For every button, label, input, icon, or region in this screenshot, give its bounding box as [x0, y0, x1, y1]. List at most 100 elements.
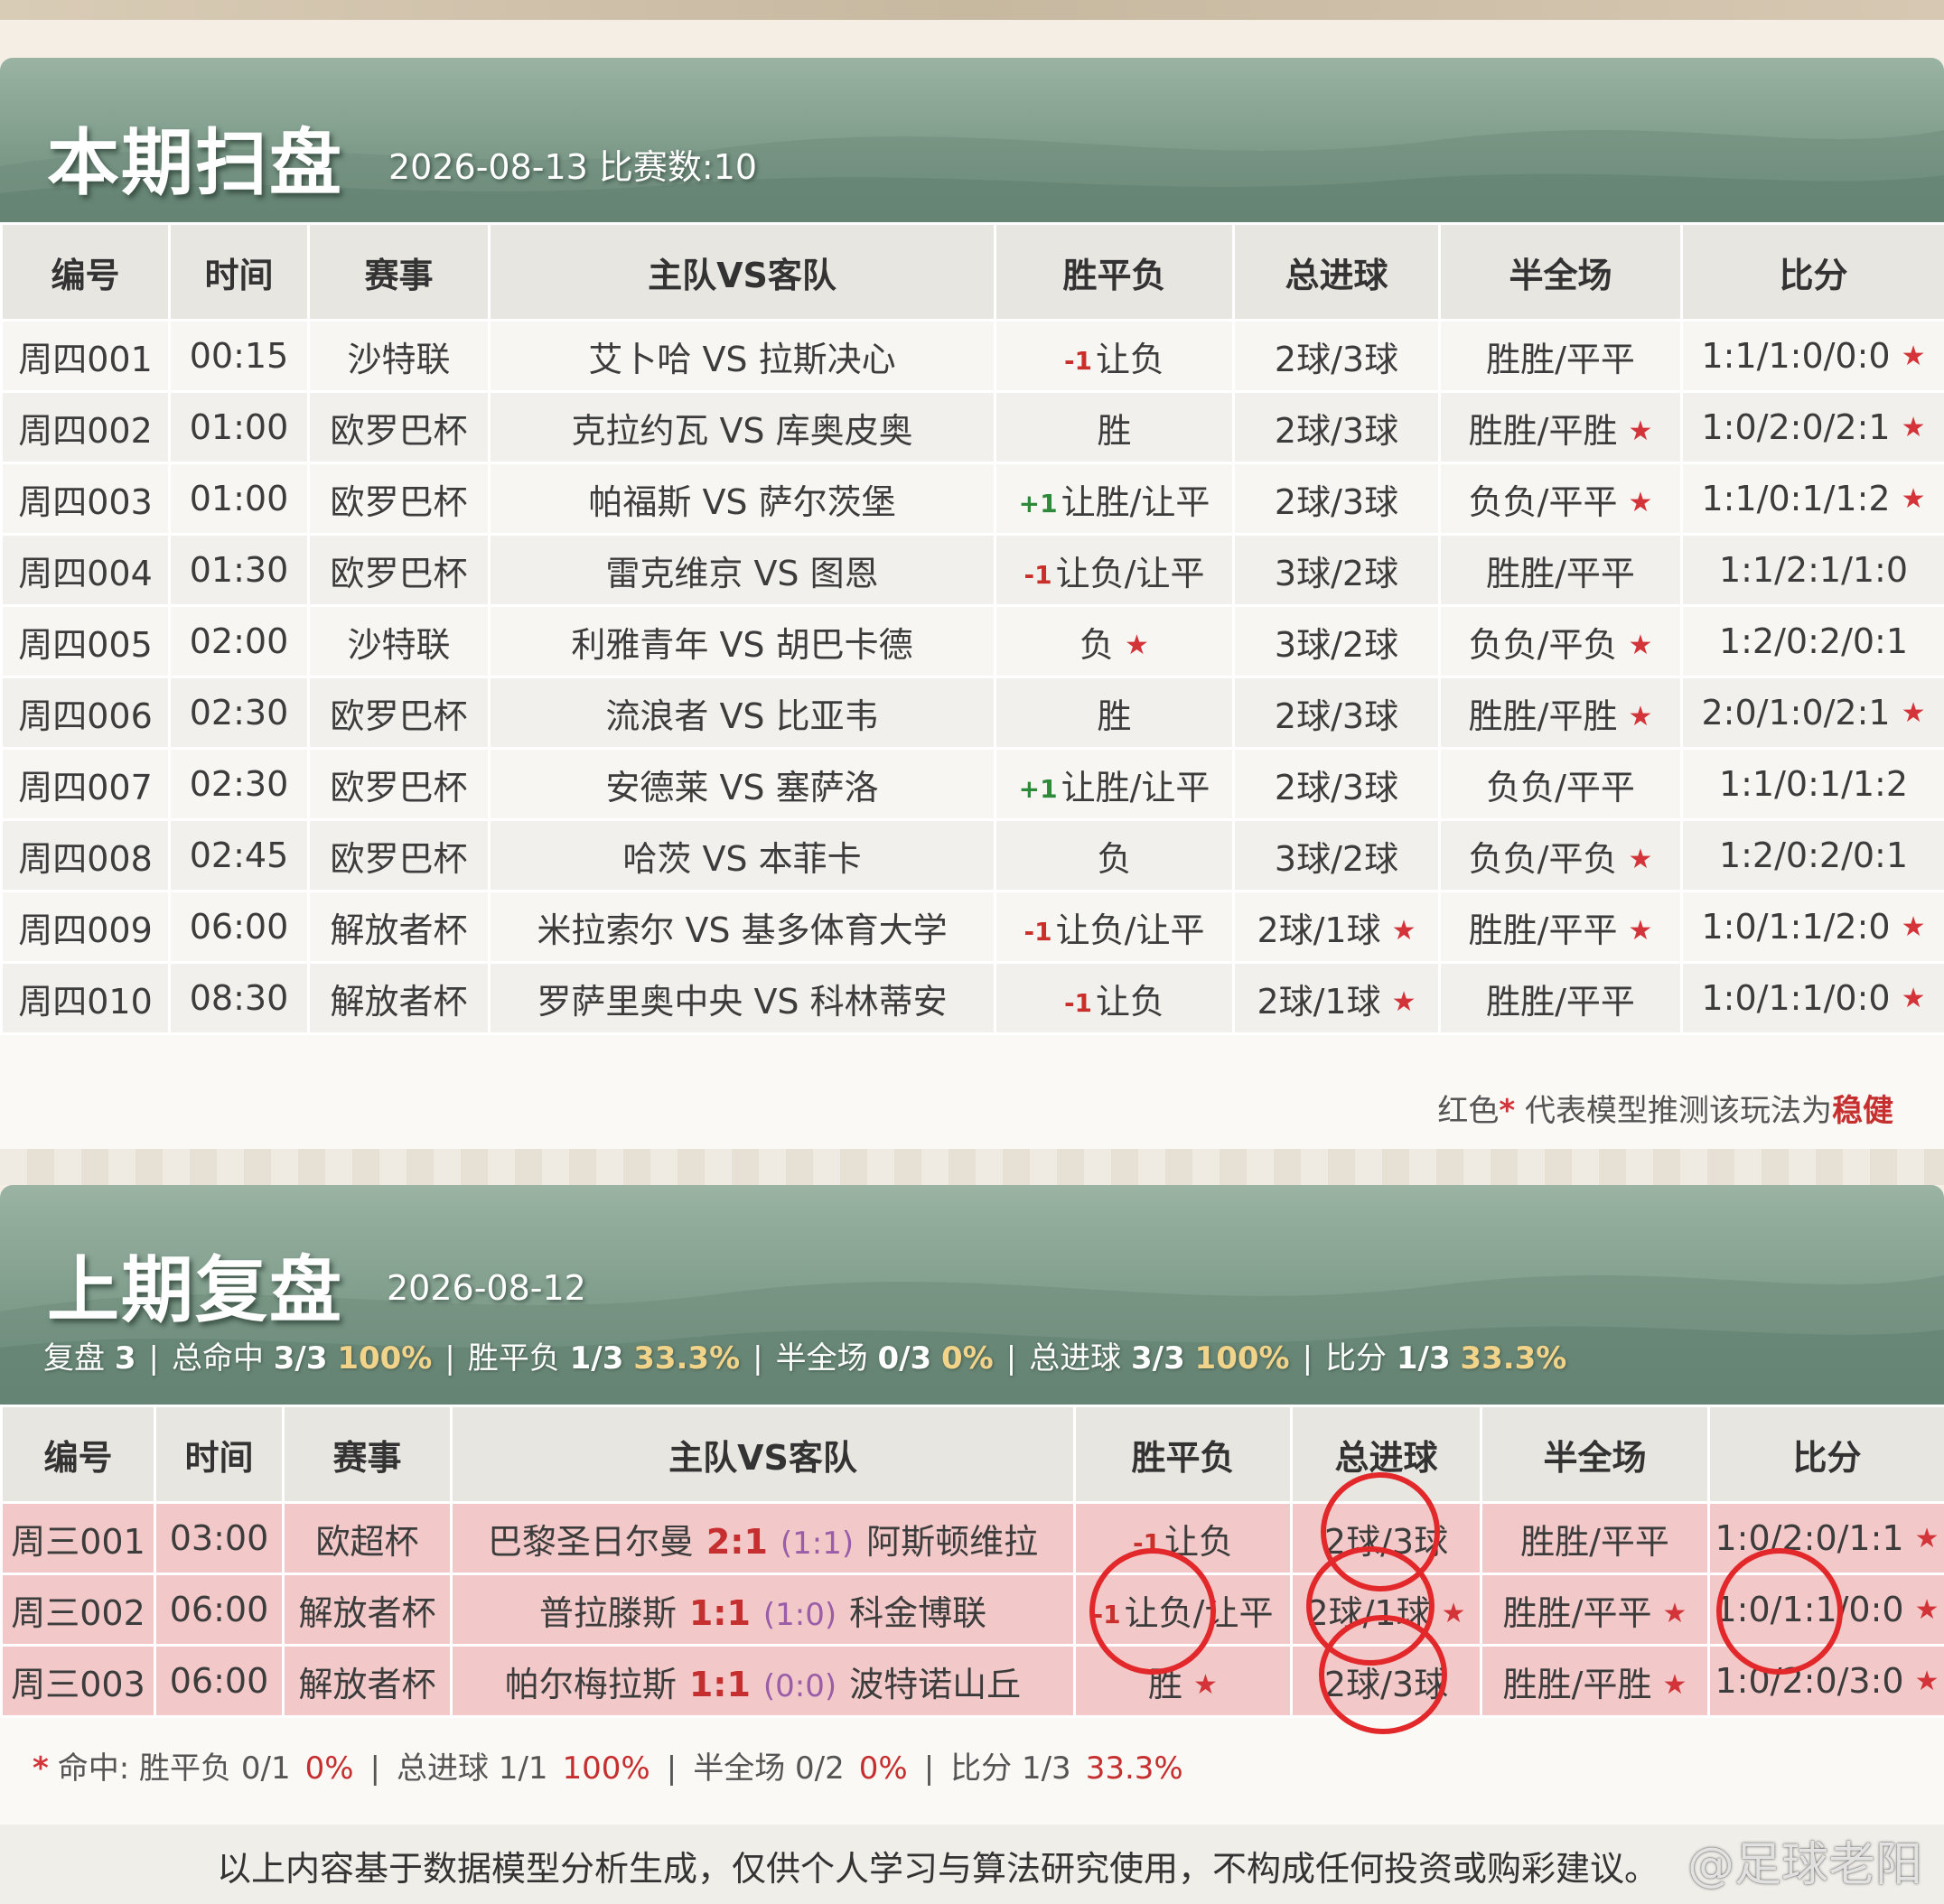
cell-goals: 3球/2球 [1232, 604, 1441, 678]
red-star-icon: ★ [1901, 697, 1926, 729]
cell-id: 周四001 [0, 319, 171, 393]
stat-label: 复盘 [43, 1340, 115, 1377]
table-row[interactable]: 周四001 00:15 沙特联 艾卜哈 VS 拉斯决心 -1 让负 2球/3球 胜胜/平平 1:… [0, 319, 1944, 393]
red-star-icon: ★ [1901, 341, 1926, 372]
wdl-pick: 让负/让平 [1124, 1592, 1274, 1633]
away-team: 波特诺山丘 [849, 1664, 1022, 1704]
cell-wdl: 胜 [994, 676, 1235, 750]
cell-wdl: -1 让负/让平 [1073, 1573, 1293, 1647]
table-row[interactable]: 周四006 02:30 欧罗巴杯 流浪者 VS 比亚韦胜 2球/3球 胜胜/平胜 ★ 2:0/… [0, 676, 1944, 750]
cell-match: 米拉索尔 VS 基多体育大学 [488, 890, 996, 964]
cell-wdl: 负 ★ [994, 604, 1235, 678]
red-star-icon: ★ [1391, 985, 1416, 1018]
hf-pick: 胜胜/平平 [1486, 981, 1635, 1022]
table-row[interactable]: 周四008 02:45 欧罗巴杯 哈茨 VS 本菲卡 负 3球/2球 负负/平负 ★ 1:2/0… [0, 818, 1944, 892]
cell-time: 06:00 [154, 1644, 285, 1718]
table-row[interactable]: 周四009 06:00 解放者杯 米拉索尔 VS 基多体育大学 -1 让负/让平 2球/1球… [0, 890, 1944, 964]
cell-time: 02:30 [168, 676, 310, 750]
cell-match: 帕尔梅拉斯 1:1 (0:0) 波特诺山丘 [450, 1644, 1076, 1718]
handicap-badge: -1 [1132, 1527, 1162, 1558]
stat-percent: 33.3% [633, 1340, 741, 1377]
score-pick: 1:0/2:0/2:1 [1701, 407, 1891, 447]
wdl-pick: 胜 [1097, 695, 1132, 736]
column-header: 总进球 [1290, 1405, 1482, 1504]
cell-goals: 2球/1球 ★ [1232, 961, 1441, 1035]
stat-label: 比分 [1325, 1340, 1397, 1377]
red-star-icon: ★ [1901, 983, 1926, 1014]
score-pick: 2:0/1:0/2:1 [1701, 693, 1891, 733]
table-row[interactable]: 周四010 08:30 解放者杯 罗萨里奥中央 VS 科林蒂安 -1 让负 2球/1球 ★ 胜胜… [0, 961, 1944, 1035]
cell-wdl: +1 让胜/让平 [994, 747, 1235, 821]
red-star-icon: ★ [1125, 629, 1149, 661]
cell-id: 周四006 [0, 676, 171, 750]
cell-id: 周四004 [0, 533, 171, 607]
stat-value: 3/3 [1131, 1340, 1185, 1377]
cell-halffull: 负负/平平 [1438, 747, 1683, 821]
red-star-icon: ★ [1391, 914, 1416, 947]
handicap-badge: -1 [1063, 987, 1093, 1018]
stat-value: 1/3 [1396, 1340, 1451, 1377]
stat-separator: | [752, 1340, 763, 1377]
cell-match: 巴黎圣日尔曼 2:1 (1:1) 阿斯顿维拉 [450, 1501, 1076, 1575]
red-star-icon: ★ [1628, 914, 1653, 947]
column-header: 编号 [0, 1405, 156, 1504]
cell-id: 周四008 [0, 818, 171, 892]
hf-pick: 胜胜/平胜 [1468, 410, 1618, 451]
column-header: 主队VS客队 [450, 1405, 1076, 1504]
stat-separator: | [148, 1340, 159, 1377]
table-row[interactable]: 周四003 01:00 欧罗巴杯 帕福斯 VS 萨尔茨堡 +1 让胜/让平 2球/3球 负负/… [0, 462, 1944, 536]
table-row[interactable]: 周三003 06:00 解放者杯 帕尔梅拉斯 1:1 (0:0) 波特诺山丘胜 ★ 2球/3球胜… [0, 1644, 1944, 1718]
table-row[interactable]: 周三002 06:00 解放者杯 普拉滕斯 1:1 (1:0) 科金博联 -1 让负/让平 2球/… [0, 1573, 1944, 1647]
cell-halffull: 胜胜/平胜 ★ [1480, 1644, 1710, 1718]
current-banner: 本期扫盘 2026-08-13 比赛数:10 [0, 58, 1944, 222]
stat-separator: | [1005, 1340, 1017, 1377]
stat-item: 总进球 3/3 100% [1029, 1340, 1289, 1377]
halftime-score: (1:1) [780, 1525, 855, 1562]
goals-pick: 2球/3球 [1323, 1521, 1449, 1562]
column-header: 比分 [1680, 222, 1944, 322]
stat-item: 半全场 0/3 0% [776, 1340, 994, 1377]
cell-goals: 2球/3球 [1232, 747, 1441, 821]
wdl-pick: 胜 [1148, 1664, 1183, 1704]
home-team: 帕尔梅拉斯 [504, 1664, 677, 1704]
cell-goals: 3球/2球 [1232, 533, 1441, 607]
table-row[interactable]: 周四002 01:00 欧罗巴杯 克拉约瓦 VS 库奥皮奥胜 2球/3球 胜胜/平胜 ★ 1:… [0, 390, 1944, 464]
stat-percent: 0% [940, 1340, 994, 1377]
table-row[interactable]: 周四005 02:00 沙特联 利雅青年 VS 胡巴卡德负 ★ 3球/2球 负负/平负 ★ 1:… [0, 604, 1944, 678]
hit-label: 命中: [57, 1750, 140, 1787]
goals-pick: 2球/3球 [1274, 767, 1399, 807]
score-pick: 1:2/0:2/0:1 [1718, 835, 1909, 875]
cell-time: 02:00 [168, 604, 310, 678]
column-header: 胜平负 [994, 222, 1235, 322]
cell-wdl: -1 让负 [994, 319, 1235, 393]
cell-league: 欧罗巴杯 [307, 818, 491, 892]
current-round-card: 本期扫盘 2026-08-13 比赛数:10 编号 时间 赛事 主队VS客队 胜平负 总进… [0, 58, 1944, 1149]
cell-match: 艾卜哈 VS 拉斯决心 [488, 319, 996, 393]
handicap-badge: +1 [1018, 773, 1058, 804]
cell-time: 02:30 [168, 747, 310, 821]
hf-pick: 胜胜/平平 [1502, 1592, 1652, 1633]
red-star-icon: ★ [1901, 483, 1926, 515]
table-row[interactable]: 周四007 02:30 欧罗巴杯 安德莱 VS 塞萨洛 +1 让胜/让平 2球/3球 负负/平… [0, 747, 1944, 821]
column-header: 半全场 [1438, 222, 1683, 322]
cell-league: 欧罗巴杯 [307, 533, 491, 607]
cell-id: 周四002 [0, 390, 171, 464]
score-pick: 1:2/0:2/0:1 [1718, 621, 1909, 661]
stat-item: 胜平负 1/3 33.3% [468, 1340, 740, 1377]
cell-id: 周四003 [0, 462, 171, 536]
cell-halffull: 负负/平负 ★ [1438, 818, 1683, 892]
goals-pick: 3球/2球 [1274, 624, 1399, 665]
cell-halffull: 胜胜/平平 [1480, 1501, 1710, 1575]
red-star-icon: ★ [1662, 1597, 1687, 1629]
cell-league: 欧罗巴杯 [307, 747, 491, 821]
hit-item-label: 比分 1/3 [950, 1750, 1071, 1787]
goals-pick: 2球/3球 [1274, 695, 1399, 736]
hf-pick: 胜胜/平胜 [1502, 1664, 1652, 1704]
column-header: 总进球 [1232, 222, 1441, 322]
table-row[interactable]: 周四004 01:30 欧罗巴杯 雷克维京 VS 图恩 -1 让负/让平 3球/2球 胜胜/平… [0, 533, 1944, 607]
home-team: 巴黎圣日尔曼 [487, 1521, 694, 1562]
hf-pick: 胜胜/平平 [1468, 910, 1618, 950]
table-row[interactable]: 周三001 03:00 欧超杯 巴黎圣日尔曼 2:1 (1:1) 阿斯顿维拉 -1 让负 2球/3… [0, 1501, 1944, 1575]
hit-separator: | [923, 1750, 935, 1787]
cell-score: 1:0/2:0/3:0 ★ [1707, 1644, 1944, 1718]
